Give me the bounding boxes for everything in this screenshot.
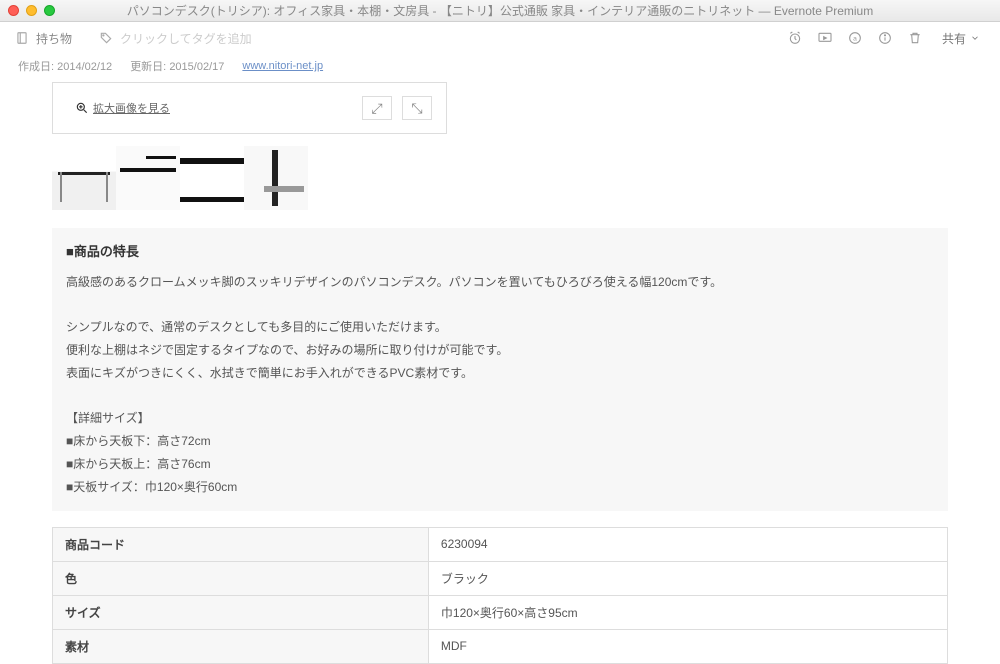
thumbnail-2[interactable] bbox=[116, 146, 180, 210]
tag-icon[interactable] bbox=[98, 30, 114, 46]
spec-label: 色 bbox=[53, 561, 429, 595]
table-row: サイズ巾120×奥行60×高さ95cm bbox=[53, 595, 948, 629]
minimize-icon[interactable] bbox=[26, 5, 37, 16]
product-features: ■商品の特長 高級感のあるクロームメッキ脚のスッキリデザインのパソコンデスク。パ… bbox=[52, 228, 948, 511]
note-body: 拡大画像を見る ⤢ ⤡ ■商品の特長 高級感のあるクロームメッキ脚のスッキリデザ… bbox=[0, 82, 1000, 664]
window-titlebar: パソコンデスク(トリシア): オフィス家具・本棚・文房具 - 【ニトリ】公式通販… bbox=[0, 0, 1000, 22]
features-p4: 表面にキズがつきにくく、水拭きで簡単にお手入れができるPVC素材です。 bbox=[66, 362, 934, 385]
detail-size-head: 【詳細サイズ】 bbox=[66, 407, 934, 430]
svg-text:a: a bbox=[853, 36, 857, 43]
updated-date: 更新日: 2015/02/17 bbox=[130, 58, 224, 74]
thumbnail-strip bbox=[52, 146, 982, 210]
thumbnail-3[interactable] bbox=[180, 146, 244, 210]
present-icon[interactable] bbox=[816, 29, 834, 47]
detail-d3: ■天板サイズ：巾120×奥行60cm bbox=[66, 476, 934, 499]
spec-table: 商品コード6230094 色ブラック サイズ巾120×奥行60×高さ95cm 素… bbox=[52, 527, 948, 664]
features-p3: 便利な上棚はネジで固定するタイプなので、お好みの場所に取り付けが可能です。 bbox=[66, 339, 934, 362]
share-button[interactable]: 共有 bbox=[936, 28, 986, 49]
note-toolbar: 持ち物 クリックしてタグを追加 a 共有 bbox=[0, 22, 1000, 54]
prev-image-button[interactable]: ⤢ bbox=[362, 96, 392, 120]
image-preview-box: 拡大画像を見る ⤢ ⤡ bbox=[52, 82, 447, 134]
detail-d2: ■床から天板上：高さ76cm bbox=[66, 453, 934, 476]
table-row: 商品コード6230094 bbox=[53, 527, 948, 561]
close-icon[interactable] bbox=[8, 5, 19, 16]
features-heading: ■商品の特長 bbox=[66, 240, 934, 265]
table-row: 素材MDF bbox=[53, 629, 948, 663]
chevron-down-icon bbox=[970, 33, 980, 43]
info-icon[interactable] bbox=[876, 29, 894, 47]
thumbnail-4[interactable] bbox=[244, 146, 308, 210]
created-date: 作成日: 2014/02/12 bbox=[18, 58, 112, 74]
maximize-icon[interactable] bbox=[44, 5, 55, 16]
note-meta: 作成日: 2014/02/12 更新日: 2015/02/17 www.nito… bbox=[0, 54, 1000, 82]
spec-label: サイズ bbox=[53, 595, 429, 629]
reminder-icon[interactable] bbox=[786, 29, 804, 47]
window-title: パソコンデスク(トリシア): オフィス家具・本棚・文房具 - 【ニトリ】公式通販… bbox=[0, 2, 1000, 19]
trash-icon[interactable] bbox=[906, 29, 924, 47]
features-p1: 高級感のあるクロームメッキ脚のスッキリデザインのパソコンデスク。パソコンを置いて… bbox=[66, 271, 934, 294]
share-label: 共有 bbox=[942, 30, 966, 47]
detail-d1: ■床から天板下：高さ72cm bbox=[66, 430, 934, 453]
features-p2: シンプルなので、通常のデスクとしても多目的にご使用いただけます。 bbox=[66, 316, 934, 339]
spec-value: 6230094 bbox=[428, 527, 947, 561]
traffic-lights bbox=[8, 5, 55, 16]
notebook-name[interactable]: 持ち物 bbox=[36, 30, 72, 47]
spec-label: 素材 bbox=[53, 629, 429, 663]
annotate-icon[interactable]: a bbox=[846, 29, 864, 47]
next-image-button[interactable]: ⤡ bbox=[402, 96, 432, 120]
source-url-link[interactable]: www.nitori-net.jp bbox=[242, 60, 323, 72]
notebook-icon[interactable] bbox=[14, 30, 30, 46]
spec-value: 巾120×奥行60×高さ95cm bbox=[428, 595, 947, 629]
tag-placeholder[interactable]: クリックしてタグを追加 bbox=[120, 30, 252, 47]
spec-value: MDF bbox=[428, 629, 947, 663]
table-row: 色ブラック bbox=[53, 561, 948, 595]
spec-value: ブラック bbox=[428, 561, 947, 595]
zoom-image-link[interactable]: 拡大画像を見る bbox=[75, 100, 170, 116]
thumbnail-1[interactable] bbox=[52, 146, 116, 210]
magnify-plus-icon bbox=[75, 101, 89, 115]
spec-label: 商品コード bbox=[53, 527, 429, 561]
